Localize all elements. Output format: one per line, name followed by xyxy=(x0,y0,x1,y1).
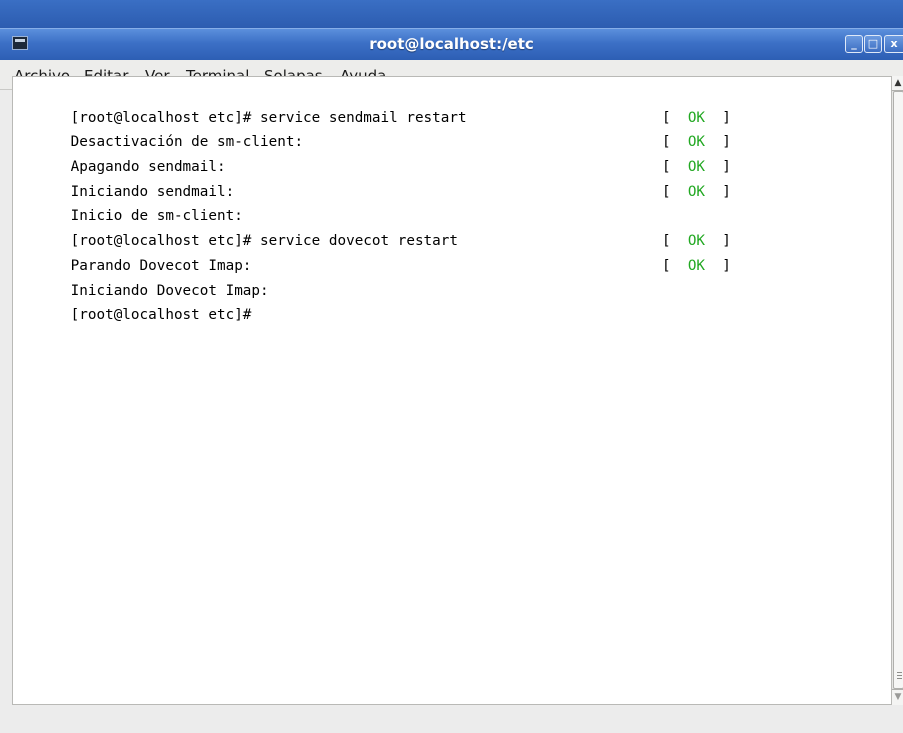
scroll-up-arrow-icon[interactable]: ▲ xyxy=(892,76,903,91)
terminal-line: [root@localhost etc]# service sendmail r… xyxy=(19,81,467,126)
terminal-line: Inicio de sm-client: [ OK ] xyxy=(19,180,731,225)
ok-status: OK xyxy=(687,257,706,274)
vertical-scrollbar[interactable]: ▲ ▼ xyxy=(891,76,903,705)
scroll-down-arrow-icon[interactable]: ▼ xyxy=(892,689,903,705)
line-text: [root@localhost etc]# xyxy=(70,307,252,324)
maximize-button[interactable]: □ xyxy=(864,35,882,53)
terminal-line: Iniciando sendmail: [ OK ] xyxy=(19,155,731,200)
window-title: root@localhost:/etc xyxy=(369,35,534,53)
ok-status: OK xyxy=(687,233,706,250)
status-indicator: [ OK ] xyxy=(662,257,731,274)
grip-line xyxy=(897,675,902,676)
terminal-line: Iniciando Dovecot Imap: [ OK ] xyxy=(19,254,731,299)
terminal-prompt-line: [root@localhost etc]# xyxy=(19,279,467,323)
terminal-line: Apagando sendmail: [ OK ] xyxy=(19,130,731,175)
desktop-panel xyxy=(0,0,903,28)
status-indicator: [ OK ] xyxy=(662,134,731,151)
scroll-thumb[interactable] xyxy=(893,91,903,689)
ok-status: OK xyxy=(687,134,706,151)
grip-line xyxy=(897,678,902,679)
status-indicator: [ OK ] xyxy=(662,109,731,126)
status-indicator: [ OK ] xyxy=(662,159,731,176)
status-indicator: [ OK ] xyxy=(662,233,731,250)
terminal-lines: [root@localhost etc]# service sendmail r… xyxy=(19,81,731,324)
minimize-button[interactable]: _ xyxy=(845,35,863,53)
status-indicator: [ OK ] xyxy=(662,183,731,200)
terminal-line: Parando Dovecot Imap: [ OK ] xyxy=(19,229,731,274)
ok-status: OK xyxy=(687,159,706,176)
terminal-output-area[interactable]: [root@localhost etc]# service sendmail r… xyxy=(12,76,891,705)
grip-line xyxy=(897,672,902,673)
terminal-line: [root@localhost etc]# service dovecot re… xyxy=(19,204,467,249)
title-bar[interactable]: root@localhost:/etc _ □ x xyxy=(0,28,903,60)
close-button[interactable]: x xyxy=(884,35,903,53)
ok-status: OK xyxy=(687,183,706,200)
ok-status: OK xyxy=(687,109,706,126)
terminal-line: Desactivación de sm-client: [ OK ] xyxy=(19,106,731,151)
